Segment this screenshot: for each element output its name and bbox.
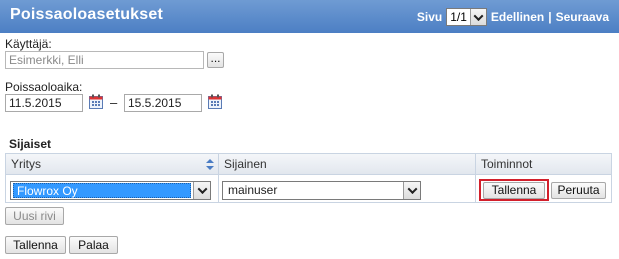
new-row-button[interactable]: Uusi rivi (5, 207, 64, 225)
substitute-select[interactable]: mainuser (222, 181, 421, 200)
column-header-company[interactable]: Yritys (6, 154, 218, 175)
page-label: Sivu (416, 10, 443, 24)
company-select-value: Flowrox Oy (13, 183, 191, 198)
substitute-select-value: mainuser (228, 183, 278, 197)
date-dash: – (110, 95, 118, 110)
calendar-icon[interactable] (208, 94, 222, 109)
end-date-field[interactable]: 15.5.2015 (124, 94, 202, 112)
column-header-substitute[interactable]: Sijainen (219, 154, 475, 175)
chevron-down-icon[interactable] (193, 182, 210, 199)
row-save-button[interactable]: Tallenna (483, 182, 545, 199)
header-bar: Poissaoloasetukset Sivu 1/1 Edellinen | … (0, 0, 619, 33)
column-header-actions: Toiminnot (481, 157, 533, 171)
pager: Sivu 1/1 Edellinen | Seuraava (417, 7, 609, 27)
back-button[interactable]: Palaa (69, 236, 118, 254)
pager-separator: | (548, 10, 552, 24)
row-cancel-button[interactable]: Peruuta (551, 182, 606, 199)
sort-icon[interactable] (206, 159, 214, 170)
absence-label: Poissaoloaika: (5, 80, 83, 94)
chevron-down-icon[interactable] (403, 182, 420, 199)
user-browse-button[interactable]: ... (207, 52, 224, 68)
column-divider (218, 154, 219, 202)
chevron-down-icon[interactable] (469, 9, 486, 25)
start-date-field[interactable]: 11.5.2015 (5, 94, 83, 112)
previous-link[interactable]: Edellinen (491, 10, 544, 24)
page-title: Poissaoloasetukset (10, 6, 163, 23)
calendar-icon[interactable] (89, 94, 103, 109)
table-header: Yritys Sijainen Toiminnot (6, 154, 611, 175)
next-link[interactable]: Seuraava (556, 10, 609, 24)
page-select[interactable]: 1/1 (446, 8, 487, 26)
company-select[interactable]: Flowrox Oy (10, 181, 211, 200)
user-label: Käyttäjä: (5, 37, 52, 51)
column-divider (475, 154, 476, 202)
substitutes-title: Sijaiset (9, 137, 52, 151)
page-select-value: 1/1 (450, 10, 467, 24)
substitutes-table: Yritys Sijainen Toiminnot Flowrox Oy mai… (5, 153, 612, 203)
user-field[interactable]: Esimerkki, Elli (5, 51, 204, 69)
save-button[interactable]: Tallenna (5, 236, 66, 254)
